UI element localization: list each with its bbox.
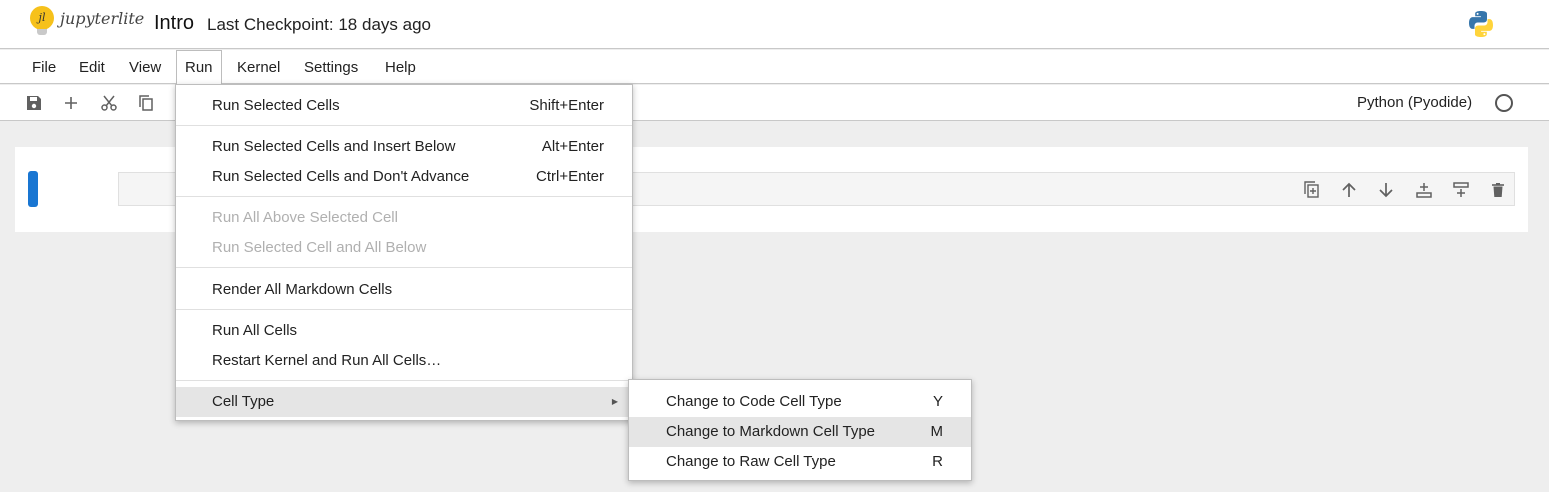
menu-kernel[interactable]: Kernel — [237, 50, 280, 84]
logo-text: jupyterlite — [60, 8, 145, 28]
move-down-icon[interactable] — [1376, 180, 1396, 200]
shortcut-label: Y — [932, 393, 943, 410]
shortcut-label: Ctrl+Enter — [536, 168, 604, 185]
kernel-name[interactable]: Python (Pyodide) — [1357, 94, 1472, 111]
kernel-status-icon — [1495, 94, 1513, 112]
menu-item-restart-run-all[interactable]: Restart Kernel and Run All Cells… — [176, 346, 632, 376]
move-up-icon[interactable] — [1339, 180, 1359, 200]
menu-item-change-to-raw[interactable]: Change to Raw Cell Type R — [629, 447, 971, 477]
save-icon[interactable] — [24, 93, 44, 113]
duplicate-cell-icon[interactable] — [1302, 180, 1322, 200]
shortcut-label: Shift+Enter — [529, 97, 604, 114]
add-cell-icon[interactable] — [61, 93, 81, 113]
insert-above-icon[interactable] — [1414, 180, 1434, 200]
copy-icon[interactable] — [136, 93, 156, 113]
menu-item-run-and-insert-below[interactable]: Run Selected Cells and Insert Below Alt+… — [176, 132, 632, 162]
menu-item-change-to-code[interactable]: Change to Code Cell Type Y — [629, 387, 971, 417]
cell-active-indicator[interactable] — [28, 171, 38, 207]
run-menu-dropdown: Run Selected Cells Shift+Enter Run Selec… — [175, 84, 633, 421]
menu-item-run-all-above: Run All Above Selected Cell — [212, 209, 398, 226]
menu-settings[interactable]: Settings — [304, 50, 358, 84]
menu-item-change-to-markdown[interactable]: Change to Markdown Cell Type M — [629, 417, 971, 447]
menu-help[interactable]: Help — [385, 50, 416, 84]
insert-below-icon[interactable] — [1451, 180, 1471, 200]
shortcut-label: R — [932, 453, 943, 470]
menu-separator — [176, 380, 632, 381]
shortcut-label: Alt+Enter — [541, 138, 604, 155]
menu-view[interactable]: View — [129, 50, 161, 84]
notebook-title[interactable]: Intro — [154, 12, 194, 35]
shortcut-label: M — [930, 423, 944, 440]
top-bar: jl jupyterlite Intro Last Checkpoint: 18… — [0, 0, 1549, 49]
menu-separator — [176, 196, 632, 197]
last-checkpoint: Last Checkpoint: 18 days ago — [207, 15, 431, 34]
menu-separator — [176, 267, 632, 268]
menu-item-run-all-cells[interactable]: Run All Cells — [176, 316, 632, 346]
jupyterlite-logo[interactable]: jl jupyterlite — [30, 6, 145, 35]
menu-item-run-selected-cells[interactable]: Run Selected Cells Shift+Enter — [176, 91, 632, 121]
menu-item-run-all-below: Run Selected Cell and All Below — [212, 239, 427, 256]
cut-icon[interactable] — [99, 93, 119, 113]
menu-run[interactable]: Run — [176, 50, 222, 85]
menu-separator — [176, 125, 632, 126]
python-logo-icon — [1469, 11, 1493, 37]
menu-item-run-dont-advance[interactable]: Run Selected Cells and Don't Advance Ctr… — [176, 162, 632, 192]
menu-edit[interactable]: Edit — [79, 50, 105, 84]
cell-type-submenu: Change to Code Cell Type Y Change to Mar… — [628, 379, 972, 481]
menu-item-cell-type[interactable]: Cell Type ▶ — [176, 387, 632, 417]
menu-file[interactable]: File — [32, 50, 56, 84]
menu-separator — [176, 309, 632, 310]
logo-icon: jl — [30, 6, 54, 35]
submenu-arrow-icon: ▶ — [611, 397, 618, 406]
menu-item-render-markdown[interactable]: Render All Markdown Cells — [176, 275, 632, 305]
menu-bar: File Edit View Run Kernel Settings Help — [0, 50, 1549, 85]
delete-cell-icon[interactable] — [1488, 180, 1508, 200]
